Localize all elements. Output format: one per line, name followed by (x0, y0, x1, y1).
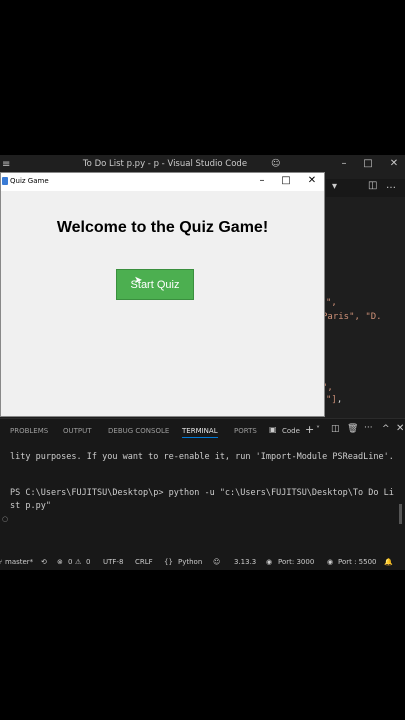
tab-debug-console[interactable]: DEBUG CONSOLE (108, 427, 169, 435)
tab-terminal[interactable]: TERMINAL (182, 427, 218, 438)
notification-bell-icon[interactable]: 🔔 (384, 558, 393, 566)
code-line: "], (326, 395, 343, 405)
tab-ports[interactable]: PORTS (234, 427, 257, 435)
terminal-line: lity purposes. If you want to re-enable … (10, 452, 394, 462)
encoding[interactable]: UTF-8 (103, 558, 123, 566)
error-icon[interactable]: ⊗ (57, 558, 63, 566)
chevron-down-icon[interactable]: ˅ (316, 425, 320, 434)
sync-icon[interactable]: ⟲ (41, 558, 47, 566)
terminal-scrollbar[interactable] (399, 504, 402, 524)
vscode-window-title: To Do List p.py - p - Visual Studio Code (82, 159, 248, 169)
code-line: ", (326, 298, 337, 308)
app-feather-icon (2, 177, 8, 185)
dropdown-icon[interactable]: ▾ (332, 181, 337, 192)
radio-icon: ◉ (266, 558, 273, 566)
radio-icon: ◉ (327, 558, 334, 566)
language-mode[interactable]: Python (178, 558, 202, 566)
copilot-status-icon[interactable]: ☺ (213, 558, 220, 566)
terminal-icon: ▣ (269, 425, 277, 434)
status-bar: ⑂ master* ⟲ ⊗ 0 ⚠ 0 UTF-8 CRLF {} Python… (0, 556, 405, 570)
tab-problems[interactable]: PROBLEMS (10, 427, 48, 435)
python-version[interactable]: 3.13.3 (234, 558, 256, 566)
copilot-icon[interactable]: ☺ (271, 159, 280, 169)
warning-count[interactable]: 0 (86, 558, 90, 566)
bottom-panel: PROBLEMS OUTPUT DEBUG CONSOLE TERMINAL P… (0, 418, 405, 559)
close-icon[interactable]: ✕ (384, 158, 404, 169)
port-status-1[interactable]: Port: 3000 (278, 558, 314, 566)
split-editor-icon[interactable]: ◫ (368, 180, 377, 191)
split-terminal-icon[interactable]: ◫ (331, 424, 340, 434)
terminal-profile-label[interactable]: Code (282, 427, 300, 435)
quiz-window-title: Quiz Game (10, 177, 49, 185)
line-ending[interactable]: CRLF (135, 558, 153, 566)
new-terminal-icon[interactable]: + (305, 423, 314, 436)
maximize-icon[interactable]: □ (358, 158, 378, 169)
port-status-2[interactable]: Port : 5500 (338, 558, 377, 566)
close-icon[interactable]: ✕ (302, 175, 322, 186)
maximize-panel-icon[interactable]: ^ (382, 424, 390, 434)
terminal-line: st p.py" (10, 501, 51, 511)
mouse-cursor-icon: ➤ (134, 275, 143, 286)
start-quiz-button[interactable]: Start Quiz (116, 269, 194, 300)
code-line: Paris", "D. (322, 312, 382, 322)
trash-icon[interactable]: 🗑 (347, 424, 358, 434)
tab-output[interactable]: OUTPUT (63, 427, 92, 435)
quiz-heading: Welcome to the Quiz Game! (56, 219, 269, 236)
terminal-line: PS C:\Users\FUJITSU\Desktop\p> python -u… (10, 488, 394, 498)
quiz-window: Quiz Game – □ ✕ Welcome to the Quiz Game… (0, 172, 325, 417)
branch-icon[interactable]: ⑂ (0, 558, 2, 566)
editor-toolbar: ▾ ◫ … (326, 179, 405, 197)
more-actions-icon[interactable]: … (386, 180, 396, 191)
quiz-titlebar: Quiz Game – □ ✕ (1, 173, 324, 191)
minimize-icon[interactable]: – (334, 158, 354, 169)
git-branch[interactable]: master* (5, 558, 33, 566)
minimize-icon[interactable]: – (252, 175, 272, 186)
maximize-icon[interactable]: □ (276, 175, 296, 186)
terminal-prompt-marker-icon: ○ (2, 515, 9, 523)
close-panel-icon[interactable]: ✕ (396, 423, 404, 434)
error-count[interactable]: 0 (68, 558, 72, 566)
more-icon[interactable]: ··· (364, 423, 373, 433)
braces-icon: {} (164, 558, 173, 566)
warning-icon[interactable]: ⚠ (75, 558, 81, 566)
